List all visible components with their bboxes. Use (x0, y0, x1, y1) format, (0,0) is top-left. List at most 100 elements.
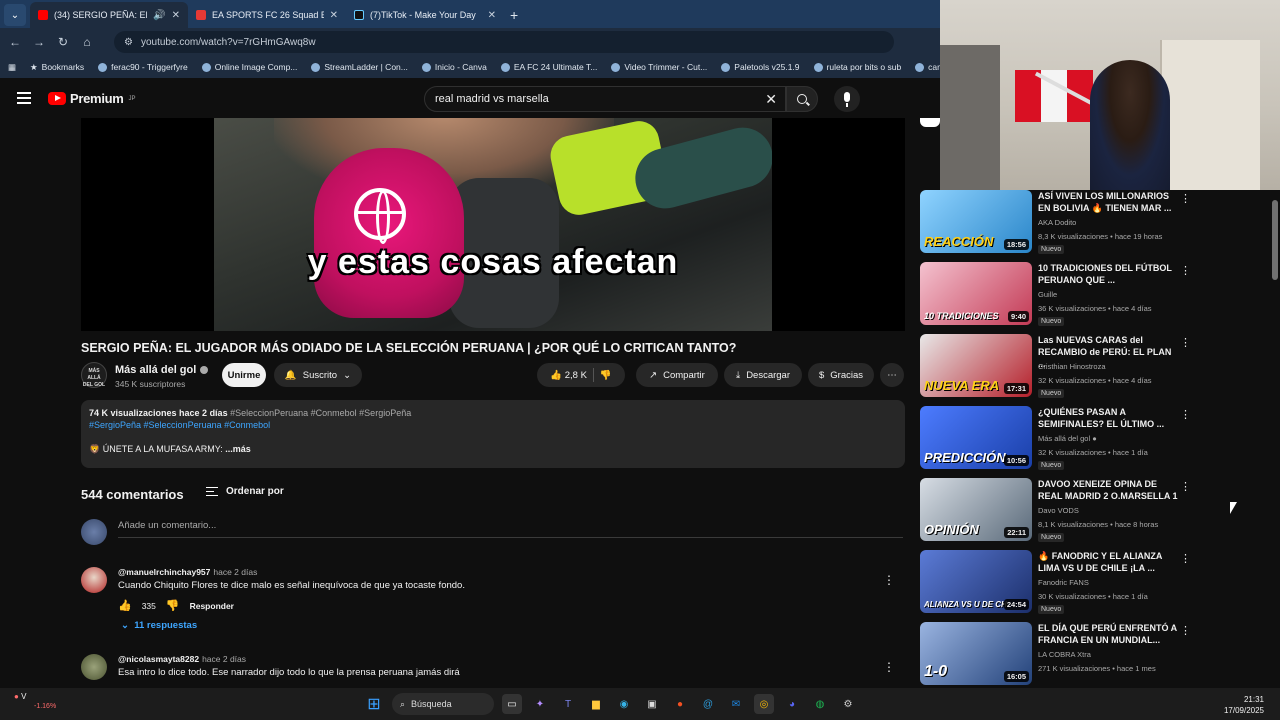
bookmark-item[interactable]: Online Image Comp... (201, 62, 297, 72)
clear-search-icon[interactable]: ✕ (765, 91, 777, 108)
bookmark-item[interactable]: ruleta por bits o sub (813, 62, 901, 72)
like-button[interactable]: 👍 2,8 K (550, 370, 587, 381)
view-replies-button[interactable]: ⌄ 11 respuestas (121, 620, 197, 631)
hashtags-top[interactable]: #SeleccionPeruana #Conmebol #SergioPeña (230, 408, 411, 418)
join-button[interactable]: Unirme (222, 363, 266, 387)
browser-tab-tiktok[interactable]: (7)TikTok - Make Your Day ✕ (346, 2, 504, 28)
video-thumbnail[interactable]: NUEVA ERA 17:31 (920, 334, 1032, 397)
menu-hamburger-icon[interactable] (17, 92, 31, 104)
copilot-icon[interactable]: ✦ (530, 694, 550, 714)
more-vertical-icon[interactable]: ⋮ (1180, 264, 1191, 277)
discord-icon[interactable]: ◕ (782, 694, 802, 714)
forward-arrow-icon[interactable]: → (32, 35, 46, 49)
voice-search-mic-icon[interactable] (834, 86, 860, 112)
url-field[interactable]: ⚙ youtube.com/watch?v=7rGHmGAwq8w (114, 31, 894, 53)
thumbs-down-icon[interactable]: 👎 (166, 599, 180, 612)
spotify-icon[interactable]: ◍ (810, 694, 830, 714)
store-icon[interactable]: ▣ (642, 694, 662, 714)
more-vertical-icon[interactable]: ⋮ (883, 660, 895, 674)
video-thumbnail[interactable]: REACCIÓN 18:56 (920, 190, 1032, 253)
list-item[interactable]: OPINIÓN 22:11 DAVOO XENEIZE OPINA DE REA… (920, 478, 1191, 542)
more-vertical-icon[interactable]: ⋮ (1180, 408, 1191, 421)
youtube-logo[interactable]: Premium JP (48, 91, 136, 106)
thanks-button[interactable]: $ Gracias (808, 363, 874, 387)
search-input[interactable]: real madrid vs marsella ✕ (424, 86, 786, 112)
download-button[interactable]: ⤓ Descargar (724, 363, 802, 387)
list-item[interactable]: ALIANZA VS U DE CH 24:54 🔥 FANODRIC Y EL… (920, 550, 1191, 614)
speaker-icon[interactable]: 🔊 (153, 10, 165, 21)
edge-icon[interactable]: ◉ (614, 694, 634, 714)
task-view-icon[interactable]: ▭ (502, 694, 522, 714)
back-arrow-icon[interactable]: ← (8, 35, 22, 49)
more-vertical-icon[interactable]: ⋮ (1180, 480, 1191, 493)
more-vertical-icon[interactable]: ⋮ (1180, 552, 1191, 565)
channel-avatar[interactable]: MÁS ALLÁ DEL GOL (81, 362, 107, 388)
apps-grid-icon[interactable]: ▦ (8, 62, 16, 73)
windows-start-icon[interactable]: ⊞ (364, 694, 384, 714)
search-button[interactable] (786, 86, 818, 112)
system-clock[interactable]: 21:31 17/09/2025 (1224, 694, 1264, 716)
close-tab-icon[interactable]: ✕ (488, 10, 496, 21)
subscribed-button[interactable]: 🔔 Suscrito ⌄ (274, 363, 362, 387)
sort-comments-button[interactable]: Ordenar por (206, 486, 284, 497)
chrome-icon[interactable]: ◎ (754, 694, 774, 714)
home-icon[interactable]: ⌂ (80, 35, 94, 49)
app-icon[interactable]: ● (670, 694, 690, 714)
taskbar-search[interactable]: ⌕ Búsqueda (392, 693, 494, 715)
teams-icon[interactable]: T (558, 694, 578, 714)
list-item[interactable]: 10 TRADICIONES 9:40 10 TRADICIONES DEL F… (920, 262, 1191, 326)
close-tab-icon[interactable]: ✕ (172, 10, 180, 21)
more-vertical-icon[interactable]: ⋮ (883, 573, 895, 587)
site-info-icon[interactable]: ⚙ (124, 37, 133, 48)
hashtags[interactable]: #SergioPeña #SeleccionPeruana #Conmebol (89, 420, 897, 430)
channel-name[interactable]: Más allá del gol (115, 364, 209, 376)
list-item[interactable]: NUEVA ERA 17:31 Las NUEVAS CARAS del REC… (920, 334, 1191, 398)
avatar[interactable] (81, 519, 107, 545)
video-thumbnail[interactable]: OPINIÓN 22:11 (920, 478, 1032, 541)
comment-author[interactable]: @nicolasmayta8282 hace 2 días (118, 654, 246, 664)
bookmark-item[interactable]: ferac90 - Triggerfyre (98, 62, 188, 72)
more-vertical-icon[interactable]: ⋮ (1180, 336, 1191, 349)
list-item[interactable]: 1-0 16:05 EL DÍA QUE PERÚ ENFRENTÓ A FRA… (920, 622, 1191, 686)
more-actions-button[interactable]: ⋯ (880, 363, 904, 387)
video-player[interactable]: y estas cosas afectan (81, 118, 905, 331)
add-comment-input[interactable]: Añade un comentario... (118, 520, 903, 538)
show-more-link[interactable]: ...más (225, 444, 251, 454)
avatar[interactable] (81, 654, 107, 680)
settings-gear-icon[interactable]: ⚙ (838, 694, 858, 714)
new-tab-icon[interactable]: + (510, 7, 518, 23)
bookmark-item[interactable]: camara cel (915, 62, 940, 72)
bookmark-item[interactable]: StreamLadder | Con... (311, 62, 408, 72)
outlook-icon[interactable]: ✉ (726, 694, 746, 714)
scrollbar-thumb[interactable] (1272, 200, 1278, 280)
bookmark-item[interactable]: Inicio - Canva (421, 62, 487, 72)
browser-tab-ea-fc[interactable]: EA SPORTS FC 26 Squad Builder ✕ (188, 2, 346, 28)
video-thumbnail[interactable]: ALIANZA VS U DE CH 24:54 (920, 550, 1032, 613)
more-vertical-icon[interactable]: ⋮ (1180, 624, 1191, 637)
tab-search-button[interactable]: ⌄ (4, 4, 26, 26)
list-item[interactable]: REACCIÓN 18:56 ASÍ VIVEN LOS MILLONARIOS… (920, 190, 1191, 254)
bookmark-item[interactable]: ★ Bookmarks (30, 62, 84, 73)
list-item[interactable]: PREDICCIÓN 10:56 ¿QUIÉNES PASAN A SEMIFI… (920, 406, 1191, 470)
reload-icon[interactable]: ↻ (56, 35, 70, 49)
bookmark-item[interactable]: Paletools v25.1.9 (721, 62, 800, 72)
thumbs-up-icon[interactable]: 👍 (118, 599, 132, 612)
reply-button[interactable]: Responder (190, 601, 234, 611)
file-explorer-icon[interactable]: ▆ (586, 694, 606, 714)
video-thumbnail[interactable]: PREDICCIÓN 10:56 (920, 406, 1032, 469)
stock-widget[interactable]: ● V -1.16% (14, 692, 56, 710)
sidebar-scrollbar[interactable] (1270, 190, 1280, 688)
video-thumbnail[interactable] (920, 118, 940, 127)
dislike-button[interactable]: 👎 (600, 370, 612, 381)
description-box[interactable]: 74 K visualizaciones hace 2 días #Selecc… (81, 400, 905, 468)
video-thumbnail[interactable]: 10 TRADICIONES 9:40 (920, 262, 1032, 325)
share-button[interactable]: ↗ Compartir (636, 363, 718, 387)
bookmark-item[interactable]: EA FC 24 Ultimate T... (500, 62, 597, 72)
video-thumbnail[interactable]: 1-0 16:05 (920, 622, 1032, 685)
close-tab-icon[interactable]: ✕ (330, 10, 338, 21)
more-vertical-icon[interactable]: ⋮ (1180, 192, 1191, 205)
browser-tab-youtube[interactable]: (34) SERGIO PEÑA: EL JUGADOR 🔊 ✕ (30, 2, 188, 28)
comment-author[interactable]: @manuelrchinchay957 hace 2 días (118, 567, 257, 577)
avatar[interactable] (81, 567, 107, 593)
mail-icon[interactable]: @ (698, 694, 718, 714)
